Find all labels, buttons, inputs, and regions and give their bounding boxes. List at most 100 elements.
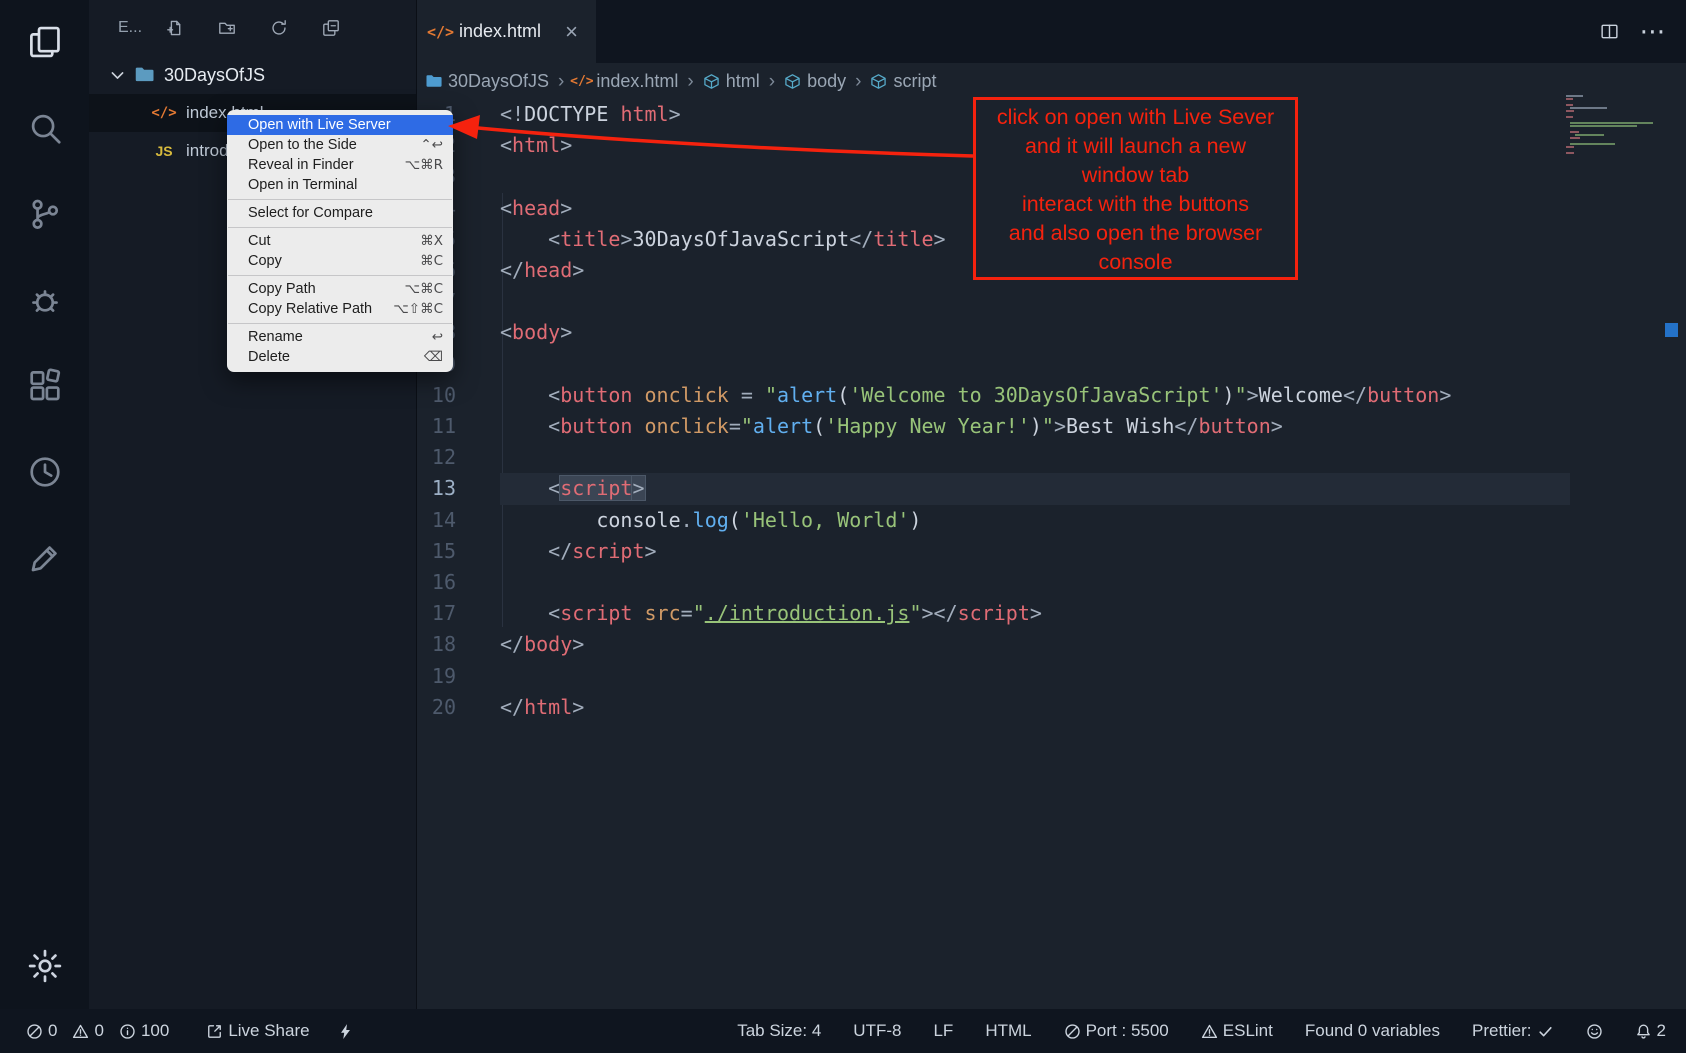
html-icon: </> xyxy=(153,102,175,124)
menu-item-rename[interactable]: Rename↩ xyxy=(227,327,453,347)
status-encoding[interactable]: UTF-8 xyxy=(853,1021,901,1041)
status-variables[interactable]: Found 0 variables xyxy=(1305,1021,1440,1041)
menu-shortcut: ⌫ xyxy=(424,349,443,365)
explorer-header: E... xyxy=(89,0,416,56)
folder-label: 30DaysOfJS xyxy=(164,65,265,86)
html-file-icon: </> xyxy=(432,23,449,40)
activity-source-control-button[interactable] xyxy=(24,193,66,235)
code-line-12[interactable]: 12 xyxy=(417,442,1686,473)
menu-shortcut: ↩ xyxy=(432,329,443,345)
tab-index-html[interactable]: </> index.html × xyxy=(417,0,596,63)
activity-search-button[interactable] xyxy=(24,107,66,149)
code-line-17[interactable]: 17 <script src="./introduction.js"></scr… xyxy=(417,598,1686,629)
code-line-8[interactable]: 8<body> xyxy=(417,317,1686,348)
code-line-18[interactable]: 18</body> xyxy=(417,629,1686,660)
status-right: Tab Size: 4 UTF-8 LF HTML Port : 5500 ESLint F… xyxy=(737,1021,1666,1041)
code-line-20[interactable]: 20</html> xyxy=(417,692,1686,723)
menu-item-copy[interactable]: Copy⌘C xyxy=(227,251,453,271)
status-text: Tab Size: 4 xyxy=(737,1021,821,1041)
more-actions-button[interactable]: ⋯ xyxy=(1643,22,1662,41)
menu-item-copy-path[interactable]: Copy Path ⌥⌘C xyxy=(227,279,453,299)
menu-shortcut: ⌥⌘R xyxy=(405,157,443,173)
activity-settings-button[interactable] xyxy=(24,945,66,987)
menu-item-label: Copy Path xyxy=(248,281,316,297)
minimap[interactable] xyxy=(1566,95,1658,155)
menu-shortcut: ⌥⇧⌘C xyxy=(393,301,443,317)
code-line-9[interactable]: 9 xyxy=(417,349,1686,380)
menu-item-cut[interactable]: Cut⌘X xyxy=(227,231,453,251)
code-line-19[interactable]: 19 xyxy=(417,661,1686,692)
code-line-10[interactable]: 10 <button onclick = "alert('Welcome to … xyxy=(417,380,1686,411)
menu-separator xyxy=(228,323,452,324)
line-number: 12 xyxy=(417,442,456,473)
menu-item-open-to-the-side[interactable]: Open to the Side⌃↩ xyxy=(227,135,453,155)
tab-label: index.html xyxy=(459,21,541,42)
menu-item-label: Copy xyxy=(248,253,282,269)
explorer-actions xyxy=(166,19,340,37)
status-feedback-smiley[interactable] xyxy=(1586,1023,1603,1040)
menu-item-open-with-live-server[interactable]: Open with Live Server xyxy=(227,115,453,135)
breadcrumb-index-html[interactable]: </>index.html xyxy=(573,71,678,92)
code-line-16[interactable]: 16 xyxy=(417,567,1686,598)
activity-history-button[interactable] xyxy=(24,451,66,493)
status-eslint[interactable]: ESLint xyxy=(1201,1021,1273,1041)
js-icon: JS xyxy=(153,140,175,162)
activity-extensions-button[interactable] xyxy=(24,365,66,407)
menu-item-copy-relative-path[interactable]: Copy Relative Path ⌥⇧⌘C xyxy=(227,299,453,319)
refresh-button[interactable] xyxy=(270,19,288,37)
code-line-14[interactable]: 14 console.log('Hello, World') xyxy=(417,505,1686,536)
close-tab-button[interactable]: × xyxy=(563,23,580,40)
status-language-mode[interactable]: HTML xyxy=(985,1021,1031,1041)
code-line-7[interactable]: 7 xyxy=(417,286,1686,317)
breadcrumb-30daysofjs[interactable]: 30DaysOfJS xyxy=(425,71,549,92)
check-icon xyxy=(1537,1023,1554,1040)
new-file-button[interactable] xyxy=(166,19,184,37)
status-port[interactable]: Port : 5500 xyxy=(1064,1021,1169,1041)
share-icon xyxy=(206,1023,223,1040)
menu-item-label: Open with Live Server xyxy=(248,117,391,133)
activity-explorer-button[interactable] xyxy=(24,21,66,63)
menu-shortcut: ⌥⌘C xyxy=(405,281,443,297)
overview-ruler-marker xyxy=(1665,323,1678,337)
menu-item-reveal-in-finder[interactable]: Reveal in Finder⌥⌘R xyxy=(227,155,453,175)
menu-item-select-for-compare[interactable]: Select for Compare xyxy=(227,203,453,223)
status-live-share[interactable]: Live Share xyxy=(206,1021,309,1041)
breadcrumb-body[interactable]: body xyxy=(784,71,846,92)
explorer-title: E... xyxy=(118,19,142,37)
status-text: Found 0 variables xyxy=(1305,1021,1440,1041)
menu-item-label: Copy Relative Path xyxy=(248,301,372,317)
status-bar: 00 100 Live Share Tab Size: 4 UTF-8 LF HTML Po… xyxy=(0,1009,1686,1053)
settings-icon xyxy=(26,947,64,985)
collapse-all-button[interactable] xyxy=(322,19,340,37)
status-errors[interactable]: 0 xyxy=(26,1021,57,1041)
breadcrumb-separator-icon: › xyxy=(558,72,564,91)
code-line-11[interactable]: 11 <button onclick="alert('Happy New Yea… xyxy=(417,411,1686,442)
line-number: 19 xyxy=(417,661,456,692)
warning-icon xyxy=(72,1023,89,1040)
activity-run-debug-button[interactable] xyxy=(24,279,66,321)
code-line-13[interactable]: 13 <script> xyxy=(417,473,1686,504)
status-info[interactable]: 100 xyxy=(119,1021,169,1041)
activity-feedback-button[interactable] xyxy=(24,537,66,579)
menu-separator xyxy=(228,199,452,200)
menu-item-open-in-terminal[interactable]: Open in Terminal xyxy=(227,175,453,195)
editor-actions: ⋯ xyxy=(1600,0,1686,63)
split-editor-button[interactable] xyxy=(1600,22,1619,41)
status-eol[interactable]: LF xyxy=(933,1021,953,1041)
extensions-icon xyxy=(26,367,64,405)
breadcrumb-script[interactable]: script xyxy=(870,71,936,92)
new-folder-icon xyxy=(218,19,236,37)
status-quick-actions[interactable] xyxy=(337,1023,354,1040)
new-folder-button[interactable] xyxy=(218,19,236,37)
menu-item-label: Open in Terminal xyxy=(248,177,357,193)
status-tab-size[interactable]: Tab Size: 4 xyxy=(737,1021,821,1041)
status-prettier[interactable]: Prettier: xyxy=(1472,1021,1554,1041)
status-warnings[interactable]: 0 xyxy=(72,1021,103,1041)
menu-item-delete[interactable]: Delete⌫ xyxy=(227,347,453,367)
code-line-15[interactable]: 15 </script> xyxy=(417,536,1686,567)
line-number: 14 xyxy=(417,505,456,536)
folder-30daysofjs[interactable]: 30DaysOfJS xyxy=(89,56,416,94)
breadcrumb-html[interactable]: html xyxy=(703,71,760,92)
line-number: 11 xyxy=(417,411,456,442)
status-notifications[interactable]: 2 xyxy=(1635,1021,1666,1041)
